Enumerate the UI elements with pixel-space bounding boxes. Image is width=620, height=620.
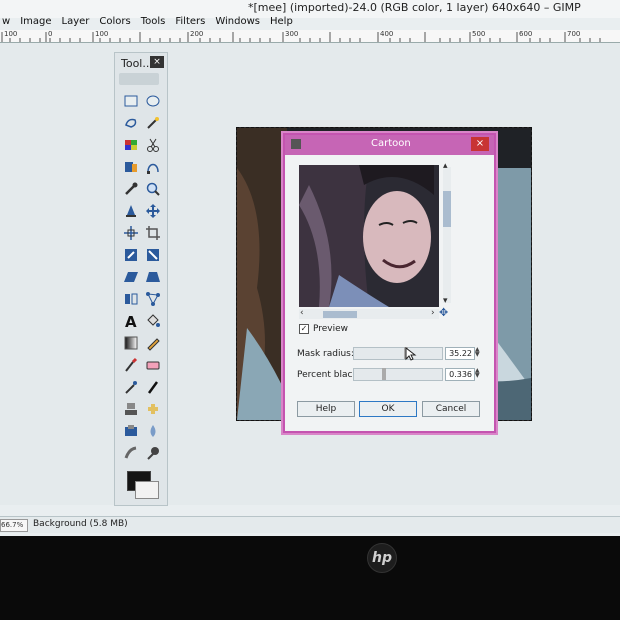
navigate-move-icon[interactable]: ✥	[439, 306, 448, 319]
blend-icon[interactable]	[123, 335, 139, 351]
eraser-icon[interactable]	[145, 357, 161, 373]
horizontal-scroll-thumb[interactable]	[323, 311, 357, 318]
airbrush-icon[interactable]	[123, 379, 139, 395]
ruler-label: 400	[380, 30, 394, 38]
window-title: *[mee] (imported)-24.0 (RGB color, 1 lay…	[248, 1, 581, 14]
mask-radius-field[interactable]: 35.22	[445, 347, 475, 360]
horizontal-ruler[interactable]: 100 0 100 200 300 400 500 600 700	[0, 30, 620, 43]
toolbox-title: Tool...	[121, 57, 153, 70]
mask-radius-spinner-icon[interactable]: ▲ ▼	[475, 347, 481, 358]
gimp-app-icon	[291, 139, 301, 149]
clone-icon[interactable]	[123, 401, 139, 417]
flip-icon[interactable]	[123, 291, 139, 307]
vertical-scroll-thumb[interactable]	[443, 191, 451, 227]
mask-radius-slider[interactable]	[353, 347, 443, 360]
ink-icon[interactable]	[145, 379, 161, 395]
paths-icon[interactable]	[145, 159, 161, 175]
rect-select-icon[interactable]	[123, 93, 139, 109]
menu-image[interactable]: Image	[20, 14, 51, 30]
scale-icon[interactable]	[145, 247, 161, 263]
scroll-down-arrow-icon[interactable]: ▾	[443, 296, 448, 306]
status-bar: 66.7% Background (5.8 MB)	[0, 516, 620, 533]
measure-icon[interactable]	[123, 203, 139, 219]
ellipse-select-icon[interactable]	[145, 93, 161, 109]
menu-layer[interactable]: Layer	[62, 14, 90, 30]
ruler-label: 200	[190, 30, 204, 38]
mouse-cursor-icon	[405, 347, 417, 361]
foreground-select-icon[interactable]	[123, 159, 139, 175]
ruler-label: 600	[519, 30, 533, 38]
perspective-clone-icon[interactable]	[123, 423, 139, 439]
perspective-icon[interactable]	[145, 269, 161, 285]
gimp-wilber-logo	[119, 73, 159, 85]
help-button[interactable]: Help	[297, 401, 355, 417]
zoom-icon[interactable]	[145, 181, 161, 197]
free-select-icon[interactable]	[123, 115, 139, 131]
scroll-up-arrow-icon[interactable]: ▴	[443, 161, 448, 171]
pencil-icon[interactable]	[145, 335, 161, 351]
percent-black-field[interactable]: 0.336	[445, 368, 475, 381]
scissors-icon[interactable]	[145, 137, 161, 153]
paintbrush-icon[interactable]	[123, 357, 139, 373]
menu-windows[interactable]: Windows	[215, 14, 260, 30]
dialog-title: Cartoon	[371, 138, 411, 149]
preview-horizontal-scrollbar[interactable]	[299, 309, 439, 319]
ruler-label: 100	[95, 30, 109, 38]
rotate-icon[interactable]	[123, 247, 139, 263]
select-by-color-icon[interactable]	[123, 137, 139, 153]
cartoon-dialog: Cartoon × ▴ ▾ ‹ › ✥ ✓ Preview Mask radiu…	[283, 133, 496, 433]
move-icon[interactable]	[145, 203, 161, 219]
toolbox-window: Tool... × A	[114, 52, 168, 506]
cage-transform-icon[interactable]	[145, 291, 161, 307]
svg-text:A: A	[125, 313, 137, 329]
bucket-fill-icon[interactable]	[145, 313, 161, 329]
dialog-titlebar[interactable]: Cartoon ×	[285, 135, 494, 155]
ok-button[interactable]: OK	[359, 401, 417, 417]
percent-black-label: Percent black:	[297, 370, 361, 380]
mask-radius-label: Mask radius:	[297, 349, 354, 359]
screen: *[mee] (imported)-24.0 (RGB color, 1 lay…	[0, 0, 620, 536]
shear-icon[interactable]	[123, 269, 139, 285]
align-icon[interactable]	[123, 225, 139, 241]
scroll-left-arrow-icon[interactable]: ‹	[300, 308, 304, 318]
ruler-label: 500	[472, 30, 486, 38]
layer-status-text: Background (5.8 MB)	[33, 519, 128, 529]
preview-image[interactable]	[299, 165, 439, 307]
menu-tools[interactable]: Tools	[141, 14, 166, 30]
hp-logo: hp	[367, 543, 397, 573]
ruler-label: 700	[567, 30, 581, 38]
smudge-icon[interactable]	[123, 445, 139, 461]
laptop-bezel	[0, 536, 620, 620]
percent-black-handle[interactable]	[382, 368, 386, 380]
zoom-level-field[interactable]: 66.7%	[0, 519, 28, 532]
percent-black-spinner-icon[interactable]: ▲ ▼	[475, 368, 481, 379]
heal-icon[interactable]	[145, 401, 161, 417]
preview-portrait	[299, 165, 439, 307]
dodge-burn-icon[interactable]	[145, 445, 161, 461]
background-color-swatch[interactable]	[135, 481, 159, 499]
preview-vertical-scrollbar[interactable]	[443, 167, 451, 303]
menu-filters[interactable]: Filters	[175, 14, 205, 30]
fuzzy-select-icon[interactable]	[145, 115, 161, 131]
color-picker-icon[interactable]	[123, 181, 139, 197]
ruler-label: 0	[48, 30, 53, 38]
scroll-right-arrow-icon[interactable]: ›	[431, 308, 435, 318]
preview-toggle[interactable]: ✓ Preview	[299, 324, 348, 334]
dialog-close-button[interactable]: ×	[471, 137, 489, 151]
menu-colors[interactable]: Colors	[99, 14, 130, 30]
blur-sharpen-icon[interactable]	[145, 423, 161, 439]
menu-bar: w Image Layer Colors Tools Filters Windo…	[0, 14, 620, 30]
preview-checkbox[interactable]: ✓	[299, 324, 309, 334]
cancel-button[interactable]: Cancel	[422, 401, 480, 417]
menu-help[interactable]: Help	[270, 14, 293, 30]
preview-label: Preview	[313, 324, 349, 334]
crop-icon[interactable]	[145, 225, 161, 241]
menu-windows-partial[interactable]: w	[2, 14, 10, 30]
toolbox-close-button[interactable]: ×	[150, 56, 164, 68]
percent-black-slider[interactable]	[353, 368, 443, 381]
ruler-label: 300	[285, 30, 299, 38]
text-icon[interactable]: A	[123, 313, 139, 329]
ruler-label: 100	[4, 30, 18, 38]
